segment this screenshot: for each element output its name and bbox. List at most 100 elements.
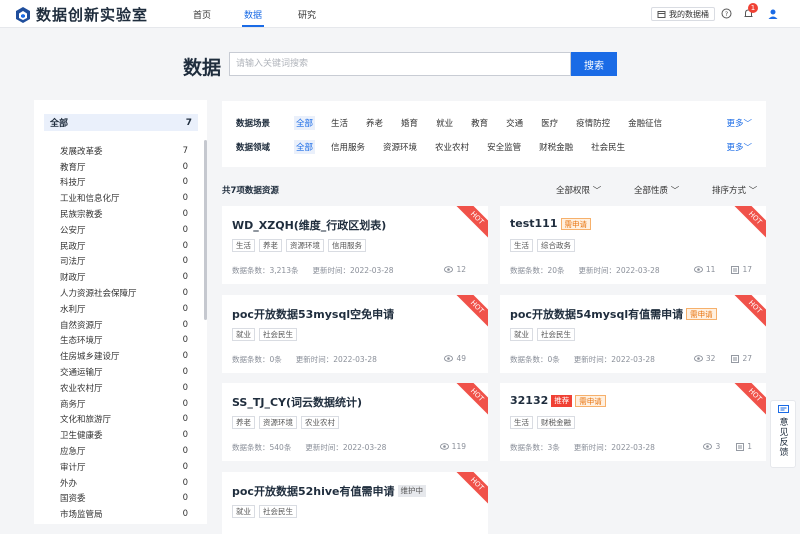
filter-option[interactable]: 资源环境 bbox=[381, 140, 419, 154]
sidebar-item[interactable]: 司法厅 0 bbox=[60, 254, 188, 270]
domain-more-button[interactable]: 更多﹀ bbox=[726, 141, 752, 153]
dataset-title[interactable]: WD_XZQH(维度_行政区划表) bbox=[232, 217, 386, 233]
sidebar-item[interactable]: 市场监管局 0 bbox=[60, 506, 188, 522]
dataset-card[interactable]: HOT WD_XZQH(维度_行政区划表) 生活 养老 资源环境 信用服务 数据条数：… bbox=[222, 206, 488, 284]
sidebar-item-label: 科技厅 bbox=[60, 178, 86, 189]
dataset-title[interactable]: poc开放数据52hive有值需申请 bbox=[232, 483, 395, 499]
sidebar-item[interactable]: 水利厅 0 bbox=[60, 301, 188, 317]
dataset-title[interactable]: SS_TJ_CY(词云数据统计) bbox=[232, 394, 362, 410]
dataset-tag[interactable]: 社会民生 bbox=[537, 328, 575, 341]
filter-option[interactable]: 医疗 bbox=[539, 116, 560, 130]
sidebar-item[interactable]: 国资委 0 bbox=[60, 491, 188, 507]
filter-option[interactable]: 金融征信 bbox=[626, 116, 664, 130]
sidebar-item[interactable]: 工业和信息化厅 0 bbox=[60, 190, 188, 206]
sidebar-item[interactable]: 财政厅 0 bbox=[60, 269, 188, 285]
sort-order-dropdown[interactable]: 排序方式 ﹀ bbox=[712, 184, 757, 196]
filter-option[interactable]: 交通 bbox=[504, 116, 525, 130]
filter-option[interactable]: 安全监管 bbox=[485, 140, 523, 154]
sidebar-item[interactable]: 外办 0 bbox=[60, 475, 188, 491]
hot-ribbon: HOT bbox=[733, 206, 766, 240]
dataset-tag[interactable]: 生活 bbox=[510, 239, 533, 252]
sidebar-item[interactable]: 自然资源厅 0 bbox=[60, 317, 188, 333]
dataset-tag[interactable]: 信用服务 bbox=[328, 239, 366, 252]
dataset-tag[interactable]: 综合政务 bbox=[537, 239, 575, 252]
filter-option[interactable]: 就业 bbox=[434, 116, 455, 130]
nature-filter-dropdown[interactable]: 全部性质 ﹀ bbox=[634, 184, 679, 196]
sidebar-item[interactable]: 公安厅 0 bbox=[60, 222, 188, 238]
sidebar-scrollbar[interactable] bbox=[204, 140, 207, 320]
sidebar-item-label: 民政厅 bbox=[60, 241, 86, 252]
dataset-tag[interactable]: 财税金融 bbox=[537, 416, 575, 429]
filter-option[interactable]: 教育 bbox=[469, 116, 490, 130]
sidebar-item-all[interactable]: 全部 7 bbox=[44, 114, 198, 131]
sidebar-item[interactable]: 审计厅 0 bbox=[60, 459, 188, 475]
filter-option[interactable]: 全部 bbox=[294, 116, 316, 130]
filter-option[interactable]: 婚育 bbox=[399, 116, 420, 130]
my-data-bucket-button[interactable]: 我的数据桶 bbox=[651, 7, 715, 21]
dataset-tag[interactable]: 就业 bbox=[510, 328, 533, 341]
sidebar-item-label: 民族宗教委 bbox=[60, 210, 103, 221]
sidebar-item[interactable]: 交通运输厅 0 bbox=[60, 364, 188, 380]
dataset-title[interactable]: poc开放数据53mysql空免申请 bbox=[232, 306, 394, 322]
dataset-tag[interactable]: 社会民生 bbox=[259, 328, 297, 341]
dataset-card[interactable]: HOT test111 需申请 生活 综合政务 数据条数：20条 更新时间：2022… bbox=[500, 206, 766, 284]
nav-research[interactable]: 研究 bbox=[298, 8, 316, 21]
dataset-tags: 生活 财税金融 bbox=[510, 416, 579, 429]
dataset-tag[interactable]: 养老 bbox=[259, 239, 282, 252]
sidebar-item[interactable]: 卫生健康委 0 bbox=[60, 427, 188, 443]
sidebar-item[interactable]: 民政厅 0 bbox=[60, 238, 188, 254]
permission-filter-dropdown[interactable]: 全部权限 ﹀ bbox=[556, 184, 601, 196]
filter-option[interactable]: 全部 bbox=[294, 140, 316, 154]
dataset-title-row: WD_XZQH(维度_行政区划表) bbox=[232, 217, 386, 233]
sidebar-item-label: 财政厅 bbox=[60, 273, 86, 284]
sidebar-item[interactable]: 生态环境厅 0 bbox=[60, 333, 188, 349]
filter-option[interactable]: 社会民生 bbox=[589, 140, 627, 154]
filter-option[interactable]: 信用服务 bbox=[329, 140, 367, 154]
dataset-tag[interactable]: 资源环境 bbox=[259, 416, 297, 429]
dataset-stats: 32 27 bbox=[693, 354, 752, 363]
sidebar-item-label: 商务厅 bbox=[60, 399, 86, 410]
sidebar-item[interactable]: 文化和旅游厅 0 bbox=[60, 412, 188, 428]
nav-home[interactable]: 首页 bbox=[193, 8, 211, 21]
scene-more-button[interactable]: 更多﹀ bbox=[726, 117, 752, 129]
sidebar-item[interactable]: 科技厅 0 bbox=[60, 175, 188, 191]
search-button[interactable]: 搜索 bbox=[571, 52, 617, 76]
filter-option[interactable]: 财税金融 bbox=[537, 140, 575, 154]
dataset-tag[interactable]: 养老 bbox=[232, 416, 255, 429]
dataset-tag[interactable]: 农业农村 bbox=[301, 416, 339, 429]
dataset-title[interactable]: 32132 bbox=[510, 394, 548, 407]
help-icon[interactable]: ? bbox=[721, 8, 732, 19]
dataset-card[interactable]: HOT SS_TJ_CY(词云数据统计) 养老 资源环境 农业农村 数据条数：540… bbox=[222, 383, 488, 461]
brand-logo[interactable]: 数据创新实验室 bbox=[14, 4, 148, 25]
dataset-tag[interactable]: 资源环境 bbox=[286, 239, 324, 252]
dataset-card[interactable]: HOT poc开放数据54mysql有值需申请 需申请 就业 社会民生 数据条数：0… bbox=[500, 295, 766, 373]
filter-option[interactable]: 生活 bbox=[329, 116, 350, 130]
user-avatar-icon[interactable] bbox=[767, 8, 779, 20]
dataset-tag[interactable]: 生活 bbox=[232, 239, 255, 252]
dataset-tag[interactable]: 生活 bbox=[510, 416, 533, 429]
dataset-card[interactable]: HOT poc开放数据53mysql空免申请 就业 社会民生 数据条数：0条 更新… bbox=[222, 295, 488, 373]
dataset-tag[interactable]: 社会民生 bbox=[259, 505, 297, 518]
filter-option[interactable]: 养老 bbox=[364, 116, 385, 130]
search-input[interactable] bbox=[229, 52, 571, 76]
sidebar-item[interactable]: 住房城乡建设厅 0 bbox=[60, 348, 188, 364]
dataset-meta: 数据条数：20条 更新时间：2022-03-28 bbox=[510, 265, 674, 276]
feedback-button[interactable]: 意见反馈 bbox=[770, 400, 796, 468]
dataset-card[interactable]: HOT 32132 推荐 需申请 生活 财税金融 数据条数：3条 更新时间：2022-… bbox=[500, 383, 766, 461]
sidebar-item[interactable]: 应急厅 0 bbox=[60, 443, 188, 459]
sidebar-item[interactable]: 农业农村厅 0 bbox=[60, 380, 188, 396]
dataset-title[interactable]: test111 bbox=[510, 217, 558, 230]
sidebar-item[interactable]: 发展改革委 7 bbox=[60, 143, 188, 159]
sidebar-item[interactable]: 教育厅 0 bbox=[60, 159, 188, 175]
filter-option[interactable]: 疫情防控 bbox=[574, 116, 612, 130]
dataset-tag[interactable]: 就业 bbox=[232, 505, 255, 518]
dataset-title[interactable]: poc开放数据54mysql有值需申请 bbox=[510, 306, 683, 322]
dataset-tag[interactable]: 就业 bbox=[232, 328, 255, 341]
filter-option[interactable]: 农业农村 bbox=[433, 140, 471, 154]
dataset-card[interactable]: HOT poc开放数据52hive有值需申请 维护中 就业 社会民生 bbox=[222, 472, 488, 534]
sidebar-item[interactable]: 民族宗教委 0 bbox=[60, 206, 188, 222]
sidebar-item[interactable]: 商务厅 0 bbox=[60, 396, 188, 412]
sidebar-item[interactable]: 人力资源社会保障厅 0 bbox=[60, 285, 188, 301]
nav-data[interactable]: 数据 bbox=[244, 8, 262, 21]
view-count: 3 bbox=[715, 442, 721, 451]
